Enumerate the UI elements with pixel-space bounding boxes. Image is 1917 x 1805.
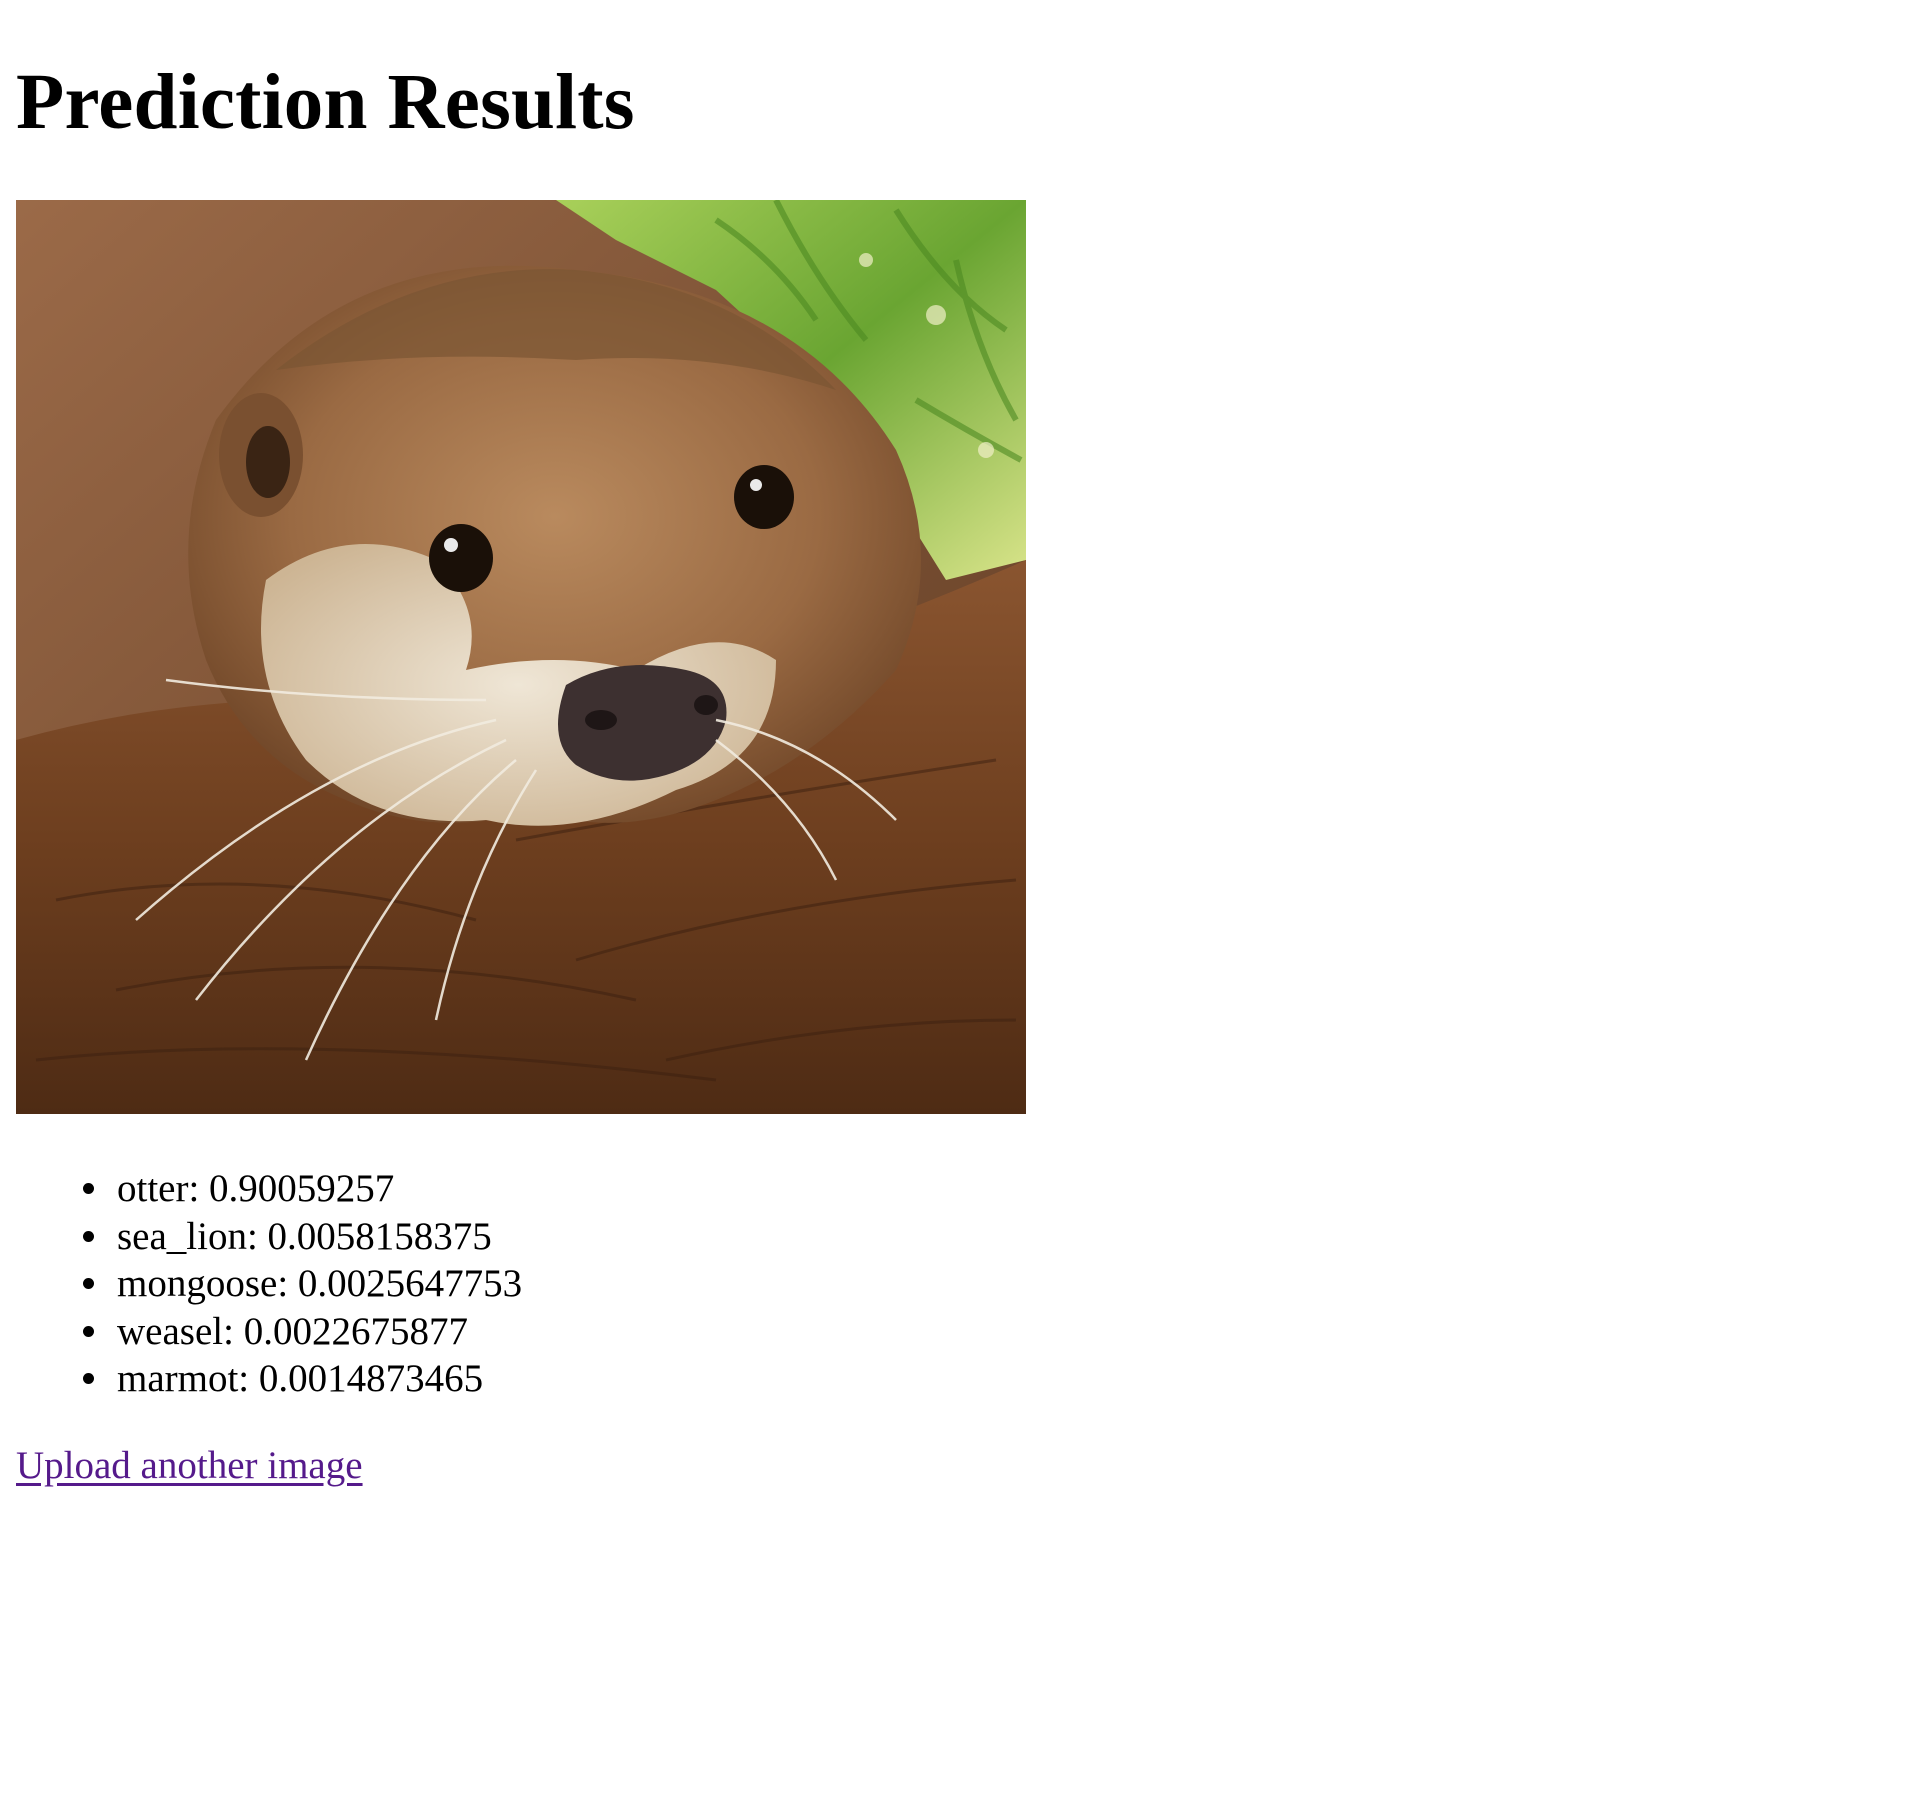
prediction-text: otter: 0.90059257 bbox=[117, 1167, 395, 1210]
uploaded-image bbox=[16, 200, 1026, 1114]
list-item: otter: 0.90059257 bbox=[83, 1165, 522, 1213]
list-item: marmot: 0.0014873465 bbox=[83, 1355, 522, 1403]
bullet-icon bbox=[83, 1373, 94, 1384]
predictions-list: otter: 0.90059257 sea_lion: 0.0058158375… bbox=[16, 1165, 522, 1403]
list-item: sea_lion: 0.0058158375 bbox=[83, 1213, 522, 1261]
page: Prediction Results otter: 0.90059257 sea… bbox=[16, 0, 1896, 1487]
otter-photo bbox=[16, 200, 1026, 1114]
list-item: mongoose: 0.0025647753 bbox=[83, 1260, 523, 1308]
bullet-icon bbox=[83, 1183, 94, 1194]
bullet-icon bbox=[83, 1325, 94, 1337]
bullet-icon bbox=[83, 1278, 94, 1289]
page-title: Prediction Results bbox=[16, 59, 635, 146]
prediction-text: weasel: 0.0022675877 bbox=[117, 1309, 468, 1353]
list-item: weasel: 0.0022675877 bbox=[83, 1308, 522, 1356]
prediction-text: sea_lion: 0.0058158375 bbox=[117, 1214, 492, 1258]
prediction-text: mongoose: 0.0025647753 bbox=[117, 1262, 523, 1305]
prediction-text: marmot: 0.0014873465 bbox=[117, 1357, 484, 1400]
bullet-icon bbox=[83, 1230, 94, 1242]
upload-another-image-link[interactable]: Upload another image bbox=[16, 1442, 363, 1489]
